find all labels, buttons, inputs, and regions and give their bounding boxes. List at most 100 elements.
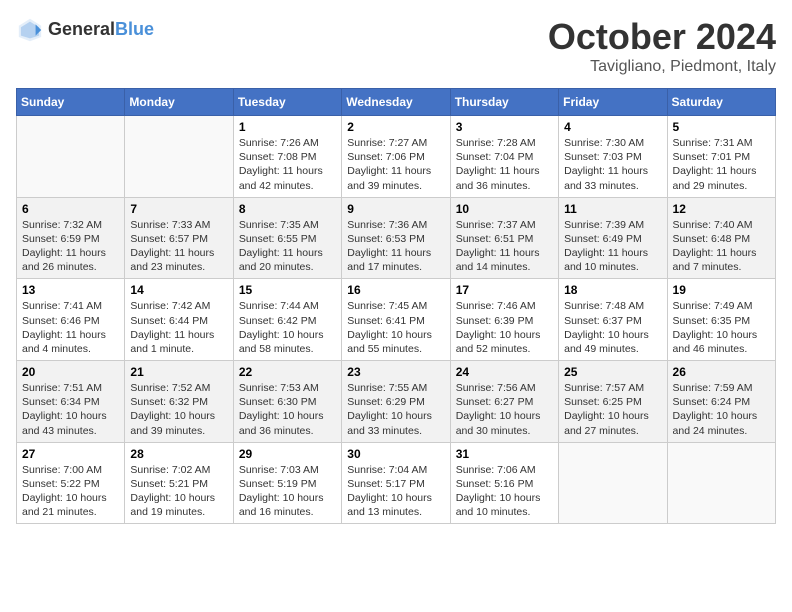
day-number: 9: [347, 202, 444, 216]
cell-content: Sunrise: 7:35 AMSunset: 6:55 PMDaylight:…: [239, 218, 336, 275]
weekday-header-row: SundayMondayTuesdayWednesdayThursdayFrid…: [17, 89, 776, 116]
calendar-cell: 2 Sunrise: 7:27 AMSunset: 7:06 PMDaylight…: [342, 116, 450, 198]
cell-content: Sunrise: 7:57 AMSunset: 6:25 PMDaylight:…: [564, 381, 661, 438]
calendar-cell: 31 Sunrise: 7:06 AMSunset: 5:16 PMDayligh…: [450, 442, 558, 524]
calendar-cell: [17, 116, 125, 198]
day-number: 7: [130, 202, 227, 216]
cell-content: Sunrise: 7:04 AMSunset: 5:17 PMDaylight:…: [347, 463, 444, 520]
cell-content: Sunrise: 7:30 AMSunset: 7:03 PMDaylight:…: [564, 136, 661, 193]
cell-content: Sunrise: 7:49 AMSunset: 6:35 PMDaylight:…: [673, 299, 770, 356]
calendar-cell: 26Sunrise: 7:59 AMSunset: 6:24 PMDayligh…: [667, 361, 775, 443]
calendar-cell: 10 Sunrise: 7:37 AMSunset: 6:51 PMDayligh…: [450, 197, 558, 279]
cell-content: Sunrise: 7:48 AMSunset: 6:37 PMDaylight:…: [564, 299, 661, 356]
day-number: 17: [456, 283, 553, 297]
day-number: 5: [673, 120, 770, 134]
cell-content: Sunrise: 7:26 AMSunset: 7:08 PMDaylight:…: [239, 136, 336, 193]
day-number: 18: [564, 283, 661, 297]
cell-content: Sunrise: 7:32 AMSunset: 6:59 PMDaylight:…: [22, 218, 119, 275]
calendar-cell: 29 Sunrise: 7:03 AMSunset: 5:19 PMDayligh…: [233, 442, 341, 524]
calendar-cell: 11Sunrise: 7:39 AMSunset: 6:49 PMDayligh…: [559, 197, 667, 279]
day-number: 14: [130, 283, 227, 297]
cell-content: Sunrise: 7:56 AMSunset: 6:27 PMDaylight:…: [456, 381, 553, 438]
day-number: 12: [673, 202, 770, 216]
calendar-cell: 22 Sunrise: 7:53 AMSunset: 6:30 PMDayligh…: [233, 361, 341, 443]
cell-content: Sunrise: 7:46 AMSunset: 6:39 PMDaylight:…: [456, 299, 553, 356]
cell-content: Sunrise: 7:42 AMSunset: 6:44 PMDaylight:…: [130, 299, 227, 356]
day-number: 20: [22, 365, 119, 379]
cell-content: Sunrise: 7:45 AMSunset: 6:41 PMDaylight:…: [347, 299, 444, 356]
location-title: Tavigliano, Piedmont, Italy: [548, 58, 776, 76]
cell-content: Sunrise: 7:36 AMSunset: 6:53 PMDaylight:…: [347, 218, 444, 275]
cell-content: Sunrise: 7:41 AMSunset: 6:46 PMDaylight:…: [22, 299, 119, 356]
calendar-week-row: 1 Sunrise: 7:26 AMSunset: 7:08 PMDaylight…: [17, 116, 776, 198]
calendar-cell: 21 Sunrise: 7:52 AMSunset: 6:32 PMDayligh…: [125, 361, 233, 443]
day-number: 6: [22, 202, 119, 216]
calendar-cell: 15 Sunrise: 7:44 AMSunset: 6:42 PMDayligh…: [233, 279, 341, 361]
day-number: 10: [456, 202, 553, 216]
calendar-cell: 25Sunrise: 7:57 AMSunset: 6:25 PMDayligh…: [559, 361, 667, 443]
calendar-cell: 1 Sunrise: 7:26 AMSunset: 7:08 PMDaylight…: [233, 116, 341, 198]
day-number: 4: [564, 120, 661, 134]
logo-icon: [16, 16, 44, 44]
cell-content: Sunrise: 7:37 AMSunset: 6:51 PMDaylight:…: [456, 218, 553, 275]
weekday-header-tuesday: Tuesday: [233, 89, 341, 116]
cell-content: Sunrise: 7:00 AMSunset: 5:22 PMDaylight:…: [22, 463, 119, 520]
day-number: 11: [564, 202, 661, 216]
logo-general: GeneralBlue: [48, 20, 154, 40]
calendar-cell: 7 Sunrise: 7:33 AMSunset: 6:57 PMDaylight…: [125, 197, 233, 279]
calendar-cell: 23Sunrise: 7:55 AMSunset: 6:29 PMDayligh…: [342, 361, 450, 443]
day-number: 28: [130, 447, 227, 461]
day-number: 19: [673, 283, 770, 297]
cell-content: Sunrise: 7:27 AMSunset: 7:06 PMDaylight:…: [347, 136, 444, 193]
day-number: 8: [239, 202, 336, 216]
weekday-header-friday: Friday: [559, 89, 667, 116]
calendar-cell: 24 Sunrise: 7:56 AMSunset: 6:27 PMDayligh…: [450, 361, 558, 443]
calendar-week-row: 13 Sunrise: 7:41 AMSunset: 6:46 PMDayligh…: [17, 279, 776, 361]
day-number: 16: [347, 283, 444, 297]
calendar-cell: 28 Sunrise: 7:02 AMSunset: 5:21 PMDayligh…: [125, 442, 233, 524]
cell-content: Sunrise: 7:06 AMSunset: 5:16 PMDaylight:…: [456, 463, 553, 520]
day-number: 15: [239, 283, 336, 297]
logo-text-block: GeneralBlue: [48, 20, 154, 40]
calendar-cell: [125, 116, 233, 198]
weekday-header-saturday: Saturday: [667, 89, 775, 116]
calendar-cell: 3 Sunrise: 7:28 AMSunset: 7:04 PMDaylight…: [450, 116, 558, 198]
title-block: October 2024 Tavigliano, Piedmont, Italy: [548, 16, 776, 76]
cell-content: Sunrise: 7:53 AMSunset: 6:30 PMDaylight:…: [239, 381, 336, 438]
cell-content: Sunrise: 7:31 AMSunset: 7:01 PMDaylight:…: [673, 136, 770, 193]
calendar-cell: 12 Sunrise: 7:40 AMSunset: 6:48 PMDayligh…: [667, 197, 775, 279]
day-number: 22: [239, 365, 336, 379]
day-number: 24: [456, 365, 553, 379]
weekday-header-sunday: Sunday: [17, 89, 125, 116]
calendar-cell: 4 Sunrise: 7:30 AMSunset: 7:03 PMDaylight…: [559, 116, 667, 198]
calendar-cell: 9 Sunrise: 7:36 AMSunset: 6:53 PMDaylight…: [342, 197, 450, 279]
month-title: October 2024: [548, 16, 776, 58]
weekday-header-wednesday: Wednesday: [342, 89, 450, 116]
calendar-week-row: 27Sunrise: 7:00 AMSunset: 5:22 PMDayligh…: [17, 442, 776, 524]
cell-content: Sunrise: 7:03 AMSunset: 5:19 PMDaylight:…: [239, 463, 336, 520]
cell-content: Sunrise: 7:40 AMSunset: 6:48 PMDaylight:…: [673, 218, 770, 275]
cell-content: Sunrise: 7:44 AMSunset: 6:42 PMDaylight:…: [239, 299, 336, 356]
calendar-week-row: 20Sunrise: 7:51 AMSunset: 6:34 PMDayligh…: [17, 361, 776, 443]
day-number: 2: [347, 120, 444, 134]
day-number: 29: [239, 447, 336, 461]
calendar-cell: 30 Sunrise: 7:04 AMSunset: 5:17 PMDayligh…: [342, 442, 450, 524]
day-number: 3: [456, 120, 553, 134]
cell-content: Sunrise: 7:28 AMSunset: 7:04 PMDaylight:…: [456, 136, 553, 193]
day-number: 31: [456, 447, 553, 461]
calendar-cell: 13 Sunrise: 7:41 AMSunset: 6:46 PMDayligh…: [17, 279, 125, 361]
logo: GeneralBlue: [16, 16, 154, 44]
cell-content: Sunrise: 7:52 AMSunset: 6:32 PMDaylight:…: [130, 381, 227, 438]
cell-content: Sunrise: 7:33 AMSunset: 6:57 PMDaylight:…: [130, 218, 227, 275]
calendar-cell: 17 Sunrise: 7:46 AMSunset: 6:39 PMDayligh…: [450, 279, 558, 361]
day-number: 13: [22, 283, 119, 297]
cell-content: Sunrise: 7:02 AMSunset: 5:21 PMDaylight:…: [130, 463, 227, 520]
calendar-cell: 16 Sunrise: 7:45 AMSunset: 6:41 PMDayligh…: [342, 279, 450, 361]
calendar-cell: [667, 442, 775, 524]
day-number: 30: [347, 447, 444, 461]
calendar-cell: 19 Sunrise: 7:49 AMSunset: 6:35 PMDayligh…: [667, 279, 775, 361]
day-number: 1: [239, 120, 336, 134]
calendar-cell: 27Sunrise: 7:00 AMSunset: 5:22 PMDayligh…: [17, 442, 125, 524]
day-number: 21: [130, 365, 227, 379]
calendar-cell: 5 Sunrise: 7:31 AMSunset: 7:01 PMDaylight…: [667, 116, 775, 198]
